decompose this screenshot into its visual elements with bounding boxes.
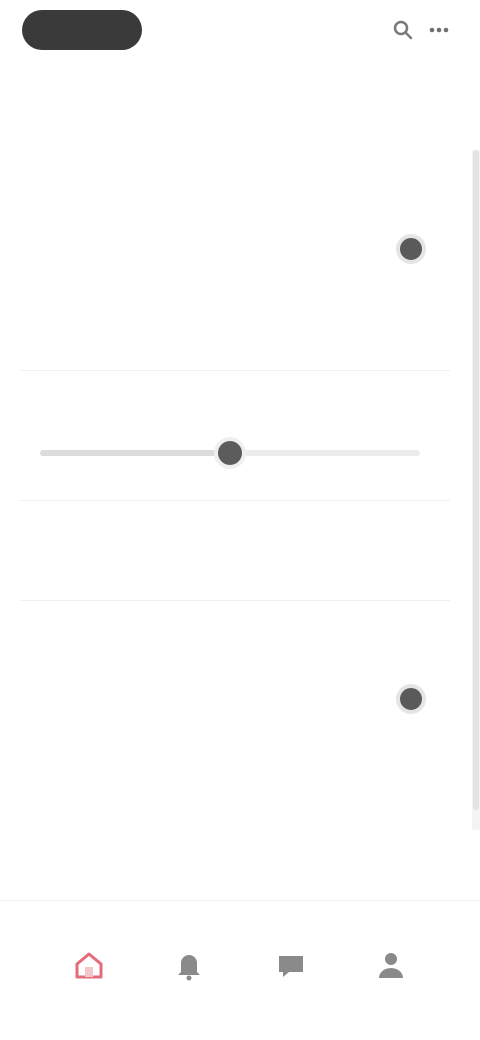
level-slider[interactable] bbox=[40, 437, 420, 469]
toggle-switch[interactable] bbox=[396, 234, 426, 264]
slider-thumb[interactable] bbox=[214, 437, 246, 469]
nav-item-home[interactable] bbox=[54, 945, 124, 1025]
search-icon[interactable] bbox=[392, 19, 414, 41]
settings-row[interactable] bbox=[20, 684, 450, 724]
home-icon bbox=[69, 945, 109, 985]
bell-icon bbox=[169, 945, 209, 985]
divider bbox=[20, 370, 450, 371]
scrollbar-thumb[interactable] bbox=[473, 150, 479, 810]
top-bar bbox=[0, 0, 480, 64]
more-icon[interactable] bbox=[428, 19, 450, 41]
back-button[interactable] bbox=[22, 10, 142, 50]
slider-fill bbox=[40, 450, 230, 456]
settings-row[interactable] bbox=[20, 234, 450, 274]
bottom-navigation bbox=[0, 900, 480, 1040]
nav-item-notifications[interactable] bbox=[154, 945, 224, 1025]
settings-section-1 bbox=[20, 204, 450, 274]
nav-item-profile[interactable] bbox=[356, 945, 426, 1025]
divider bbox=[20, 600, 450, 601]
top-actions bbox=[392, 14, 450, 46]
divider bbox=[20, 500, 450, 501]
nav-item-messages[interactable] bbox=[256, 945, 326, 1025]
settings-section-2 bbox=[20, 654, 450, 724]
settings-screen bbox=[0, 0, 480, 1040]
profile-icon bbox=[371, 945, 411, 985]
chat-icon bbox=[271, 945, 311, 985]
toggle-switch[interactable] bbox=[396, 684, 426, 714]
